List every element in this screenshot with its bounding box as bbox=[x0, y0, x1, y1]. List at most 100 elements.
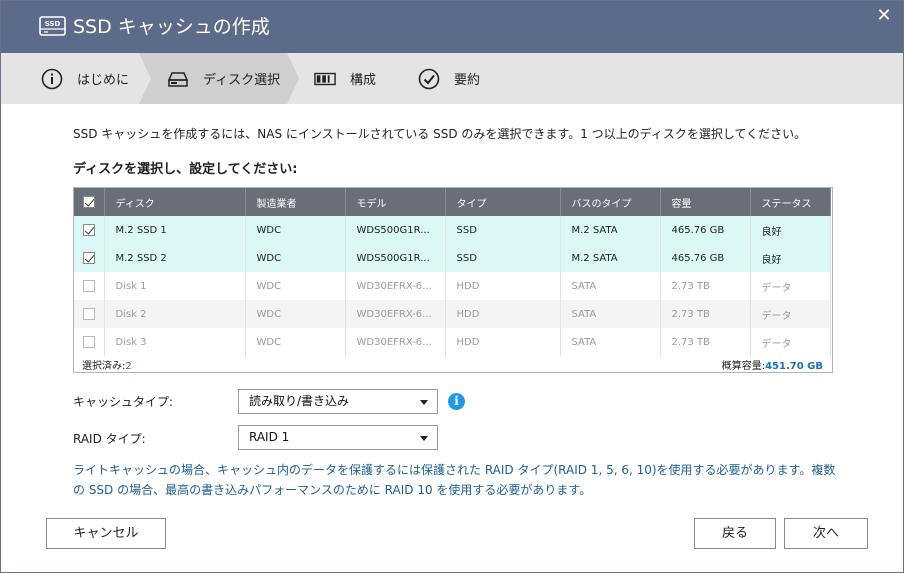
cell-disk-name: Disk 2 bbox=[104, 300, 246, 328]
next-button[interactable]: 次へ bbox=[784, 518, 868, 549]
cell-model: WD30EFRX-6... bbox=[345, 300, 446, 328]
column-header-type[interactable]: タイプ bbox=[445, 188, 561, 216]
estimated-capacity: 概算容量:451.70 GB bbox=[722, 357, 823, 372]
select-all-cell[interactable] bbox=[74, 188, 105, 216]
disk-table: ディスク 製造業者 モデル タイプ バスのタイプ 容量 ステータス M.2 SS… bbox=[73, 187, 833, 373]
estimated-capacity-label: 概算容量: bbox=[721, 361, 766, 372]
estimated-capacity-value: 451.70 GB bbox=[765, 361, 823, 372]
cell-status: データ bbox=[750, 328, 831, 356]
raid-note: ライトキャッシュの場合、キャッシュ内のデータを保護するには保護された RAID … bbox=[73, 463, 836, 497]
ssd-cache-dialog: SSD SSD キャッシュの作成 ✕ はじめに ディスク選択 構成 要約 SSD… bbox=[0, 0, 904, 573]
close-icon[interactable]: ✕ bbox=[875, 7, 893, 25]
cell-status: データ bbox=[750, 300, 831, 328]
cell-capacity: 465.76 GB bbox=[660, 216, 751, 244]
cell-vendor: WDC bbox=[245, 244, 346, 272]
cell-capacity: 2.73 TB bbox=[660, 300, 751, 328]
select-all-checkbox[interactable] bbox=[83, 196, 95, 208]
cell-model: WDS500G1R... bbox=[345, 216, 446, 244]
step-label: 構成 bbox=[350, 73, 377, 88]
raid-type-value: RAID 1 bbox=[249, 430, 290, 444]
table-row: Disk 2 WDC WD30EFRX-6... HDD SATA 2.73 TB データ bbox=[74, 300, 831, 328]
row-checkbox-cell bbox=[74, 272, 105, 300]
back-button[interactable]: 戻る bbox=[694, 518, 776, 549]
raid-type-select[interactable]: RAID 1 bbox=[238, 425, 438, 450]
cell-capacity: 2.73 TB bbox=[660, 272, 751, 300]
cell-status: データ bbox=[750, 272, 831, 300]
cell-model: WD30EFRX-6... bbox=[345, 272, 446, 300]
cell-type: HDD bbox=[445, 300, 561, 328]
table-row[interactable]: M.2 SSD 2 WDC WDS500G1R... SSD M.2 SATA 465.7… bbox=[74, 244, 831, 272]
column-header-bus-type[interactable]: バスのタイプ bbox=[560, 188, 661, 216]
row-checkbox[interactable] bbox=[83, 252, 95, 264]
cell-disk-name: Disk 1 bbox=[104, 272, 246, 300]
cell-model: WD30EFRX-6... bbox=[345, 328, 446, 356]
check-circle-icon bbox=[418, 68, 440, 90]
cell-type: HDD bbox=[445, 272, 561, 300]
row-checkbox-cell bbox=[74, 300, 105, 328]
cell-type: HDD bbox=[445, 328, 561, 356]
cell-bus-type: SATA bbox=[560, 272, 661, 300]
cell-vendor: WDC bbox=[245, 272, 346, 300]
cell-bus-type: M.2 SATA bbox=[560, 244, 661, 272]
step-disk-selection: ディスク選択 bbox=[167, 53, 280, 104]
column-header-model[interactable]: モデル bbox=[345, 188, 446, 216]
table-row: Disk 3 WDC WD30EFRX-6... HDD SATA 2.73 TB データ bbox=[74, 328, 831, 356]
chevron-down-icon bbox=[420, 436, 428, 441]
column-header-vendor[interactable]: 製造業者 bbox=[245, 188, 346, 216]
cell-type: SSD bbox=[445, 216, 561, 244]
cell-vendor: WDC bbox=[245, 300, 346, 328]
disk-drive-icon bbox=[167, 68, 189, 90]
table-row: Disk 1 WDC WD30EFRX-6... HDD SATA 2.73 TB データ bbox=[74, 272, 831, 300]
raid-type-label: RAID タイプ: bbox=[73, 432, 146, 446]
step-configure: 構成 bbox=[314, 53, 376, 104]
cell-disk-name: M.2 SSD 2 bbox=[104, 244, 246, 272]
cell-status: 良好 bbox=[750, 216, 831, 244]
step-label: 要約 bbox=[454, 73, 481, 88]
configure-icon bbox=[314, 68, 336, 90]
row-checkbox bbox=[83, 336, 95, 348]
info-icon[interactable]: i bbox=[448, 393, 465, 410]
step-introduction: はじめに bbox=[41, 53, 129, 104]
cell-disk-name: M.2 SSD 1 bbox=[104, 216, 246, 244]
dialog-title: SSD キャッシュの作成 bbox=[73, 16, 270, 38]
step-summary: 要約 bbox=[418, 53, 480, 104]
selected-count-value: 2 bbox=[125, 361, 132, 372]
cell-bus-type: SATA bbox=[560, 300, 661, 328]
title-bar: SSD SSD キャッシュの作成 ✕ bbox=[1, 1, 903, 53]
chevron-down-icon bbox=[420, 400, 428, 405]
row-checkbox bbox=[83, 280, 95, 292]
row-checkbox-cell bbox=[74, 328, 105, 356]
selected-count-label: 選択済み: bbox=[82, 361, 126, 372]
cache-type-value: 読み取り/書き込み bbox=[249, 394, 350, 408]
ssd-icon: SSD bbox=[39, 16, 66, 36]
cancel-button[interactable]: キャンセル bbox=[46, 518, 166, 549]
section-title: ディスクを選択し、設定してください: bbox=[73, 162, 298, 177]
row-checkbox-cell[interactable] bbox=[74, 244, 105, 272]
cell-disk-name: Disk 3 bbox=[104, 328, 246, 356]
cell-vendor: WDC bbox=[245, 328, 346, 356]
cell-vendor: WDC bbox=[245, 216, 346, 244]
column-header-disk[interactable]: ディスク bbox=[104, 188, 246, 216]
cell-type: SSD bbox=[445, 244, 561, 272]
cache-type-select[interactable]: 読み取り/書き込み bbox=[238, 389, 438, 414]
cell-status: 良好 bbox=[750, 244, 831, 272]
table-row[interactable]: M.2 SSD 1 WDC WDS500G1R... SSD M.2 SATA 465.7… bbox=[74, 216, 831, 244]
svg-text:SSD: SSD bbox=[45, 20, 61, 28]
cell-model: WDS500G1R... bbox=[345, 244, 446, 272]
step-label: ディスク選択 bbox=[203, 73, 281, 88]
column-header-capacity[interactable]: 容量 bbox=[660, 188, 751, 216]
row-checkbox[interactable] bbox=[83, 224, 95, 236]
intro-text: SSD キャッシュを作成するには、NAS にインストールされている SSD のみ… bbox=[73, 127, 807, 141]
row-checkbox bbox=[83, 308, 95, 320]
column-header-status[interactable]: ステータス bbox=[750, 188, 831, 216]
cell-bus-type: SATA bbox=[560, 328, 661, 356]
selected-count: 選択済み:2 bbox=[82, 357, 132, 372]
cell-bus-type: M.2 SATA bbox=[560, 216, 661, 244]
table-header-row: ディスク 製造業者 モデル タイプ バスのタイプ 容量 ステータス bbox=[74, 188, 831, 216]
step-label: はじめに bbox=[77, 73, 130, 88]
row-checkbox-cell[interactable] bbox=[74, 216, 105, 244]
cell-capacity: 2.73 TB bbox=[660, 328, 751, 356]
info-circle-icon bbox=[41, 68, 63, 90]
cell-capacity: 465.76 GB bbox=[660, 244, 751, 272]
cache-type-label: キャッシュタイプ: bbox=[73, 395, 174, 409]
